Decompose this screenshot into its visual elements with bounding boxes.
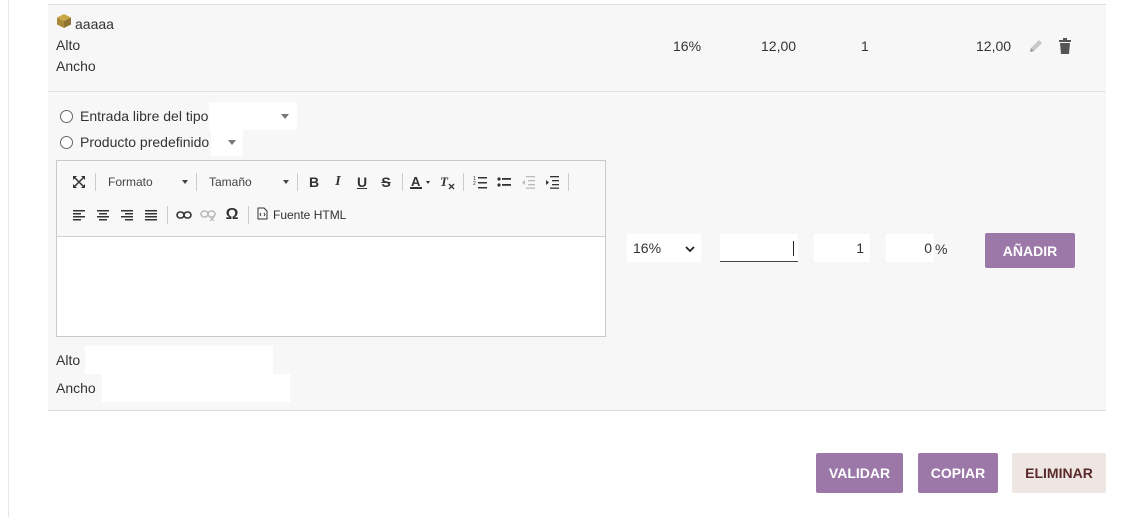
toolbar-separator xyxy=(568,173,569,191)
ancho-label: Ancho xyxy=(56,380,96,396)
toolbar-separator xyxy=(297,173,298,191)
chevron-down-icon xyxy=(685,240,695,256)
discount-percent-sign: % xyxy=(935,241,948,257)
product-name[interactable]: aaaaa xyxy=(75,14,114,35)
toolbar-separator xyxy=(402,173,403,191)
document-source-icon xyxy=(257,207,268,223)
radio-free-entry-input[interactable] xyxy=(60,109,73,123)
editor-toolbar: Formato Tamaño B I U S A T 1 2 Ω Fuente … xyxy=(57,161,605,237)
align-justify-icon[interactable] xyxy=(139,204,163,226)
discount-input-value: 0 xyxy=(924,240,932,256)
product-box-icon xyxy=(56,13,72,35)
text-cursor xyxy=(793,241,794,256)
copy-button[interactable]: COPIAR xyxy=(918,453,998,493)
bulleted-list-icon[interactable] xyxy=(492,171,516,193)
toolbar-separator xyxy=(463,173,464,191)
svg-text:A: A xyxy=(411,174,421,189)
trash-icon[interactable] xyxy=(1058,38,1072,57)
toolbar-separator xyxy=(95,173,96,191)
description-editor: Formato Tamaño B I U S A T 1 2 Ω Fuente … xyxy=(56,160,606,337)
line-total: 12,00 xyxy=(976,38,1012,54)
line-tax: 16% xyxy=(673,38,702,54)
add-button[interactable]: AÑADIR xyxy=(985,233,1075,268)
format-combo-label: Formato xyxy=(108,175,153,189)
product-attr-ancho: Ancho xyxy=(56,58,96,74)
maximize-icon[interactable] xyxy=(67,171,91,193)
toolbar-row-1: Formato Tamaño B I U S A T 1 2 xyxy=(67,170,573,194)
align-center-icon[interactable] xyxy=(91,204,115,226)
svg-text:T: T xyxy=(440,174,449,189)
toolbar-separator xyxy=(196,173,197,191)
align-right-icon[interactable] xyxy=(115,204,139,226)
left-border xyxy=(8,0,9,517)
numbered-list-icon[interactable]: 12 xyxy=(468,171,492,193)
indent-icon[interactable] xyxy=(540,171,564,193)
unlink-icon[interactable] xyxy=(196,204,220,226)
bold-icon[interactable]: B xyxy=(302,171,326,193)
tax-select-value: 16% xyxy=(633,240,662,256)
free-entry-type-select[interactable] xyxy=(209,102,298,130)
discount-input[interactable]: 0 xyxy=(886,234,934,262)
product-name-line: aaaaa xyxy=(56,13,114,35)
toolbar-row-2: Ω Fuente HTML xyxy=(67,203,350,227)
align-left-icon[interactable] xyxy=(67,204,91,226)
product-cell: aaaaa Alto Ancho xyxy=(56,13,114,77)
line-qty: 1 xyxy=(861,38,869,54)
alto-input[interactable] xyxy=(85,346,273,374)
link-icon[interactable] xyxy=(172,204,196,226)
tax-select[interactable]: 16% xyxy=(627,234,701,262)
radio-predefined-product[interactable]: Producto predefinido xyxy=(60,128,244,156)
radio-predefined-product-input[interactable] xyxy=(60,135,73,149)
predefined-product-select[interactable] xyxy=(211,128,244,156)
editor-content-area[interactable] xyxy=(57,237,605,336)
radio-free-entry[interactable]: Entrada libre del tipo xyxy=(60,102,298,130)
size-combo[interactable]: Tamaño xyxy=(201,171,293,193)
delete-button[interactable]: ELIMINAR xyxy=(1012,453,1106,493)
toolbar-separator xyxy=(167,206,168,224)
product-attr-alto: Alto xyxy=(56,37,81,53)
chevron-down-icon xyxy=(281,114,290,119)
chevron-down-icon xyxy=(228,140,237,145)
ancho-input[interactable] xyxy=(102,374,290,402)
size-combo-label: Tamaño xyxy=(209,175,252,189)
source-html-button[interactable]: Fuente HTML xyxy=(253,207,350,223)
remove-format-icon[interactable]: T xyxy=(435,171,459,193)
price-input[interactable] xyxy=(720,234,798,262)
radio-free-entry-label: Entrada libre del tipo xyxy=(80,108,209,124)
text-color-icon[interactable]: A xyxy=(407,171,435,193)
validate-button[interactable]: VALIDAR xyxy=(816,453,903,493)
quantity-input[interactable]: 1 xyxy=(814,234,870,262)
outdent-icon[interactable] xyxy=(516,171,540,193)
strikethrough-icon[interactable]: S xyxy=(374,171,398,193)
special-char-omega-icon[interactable]: Ω xyxy=(220,204,244,226)
toolbar-separator xyxy=(248,206,249,224)
format-combo[interactable]: Formato xyxy=(100,171,192,193)
alto-label: Alto xyxy=(56,352,81,368)
underline-icon[interactable]: U xyxy=(350,171,374,193)
quantity-input-value: 1 xyxy=(856,240,864,256)
svg-text:2: 2 xyxy=(473,181,476,187)
chevron-down-icon xyxy=(283,180,289,184)
pencil-icon[interactable] xyxy=(1028,38,1044,57)
italic-icon[interactable]: I xyxy=(326,171,350,193)
chevron-down-icon xyxy=(182,180,188,184)
invoice-line-row: aaaaa Alto Ancho 16% 12,00 1 12,00 xyxy=(48,5,1106,92)
source-html-label: Fuente HTML xyxy=(273,208,347,222)
line-price: 12,00 xyxy=(761,38,797,54)
new-line-form: Entrada libre del tipo Producto predefin… xyxy=(48,92,1106,411)
radio-predefined-product-label: Producto predefinido xyxy=(80,134,210,150)
